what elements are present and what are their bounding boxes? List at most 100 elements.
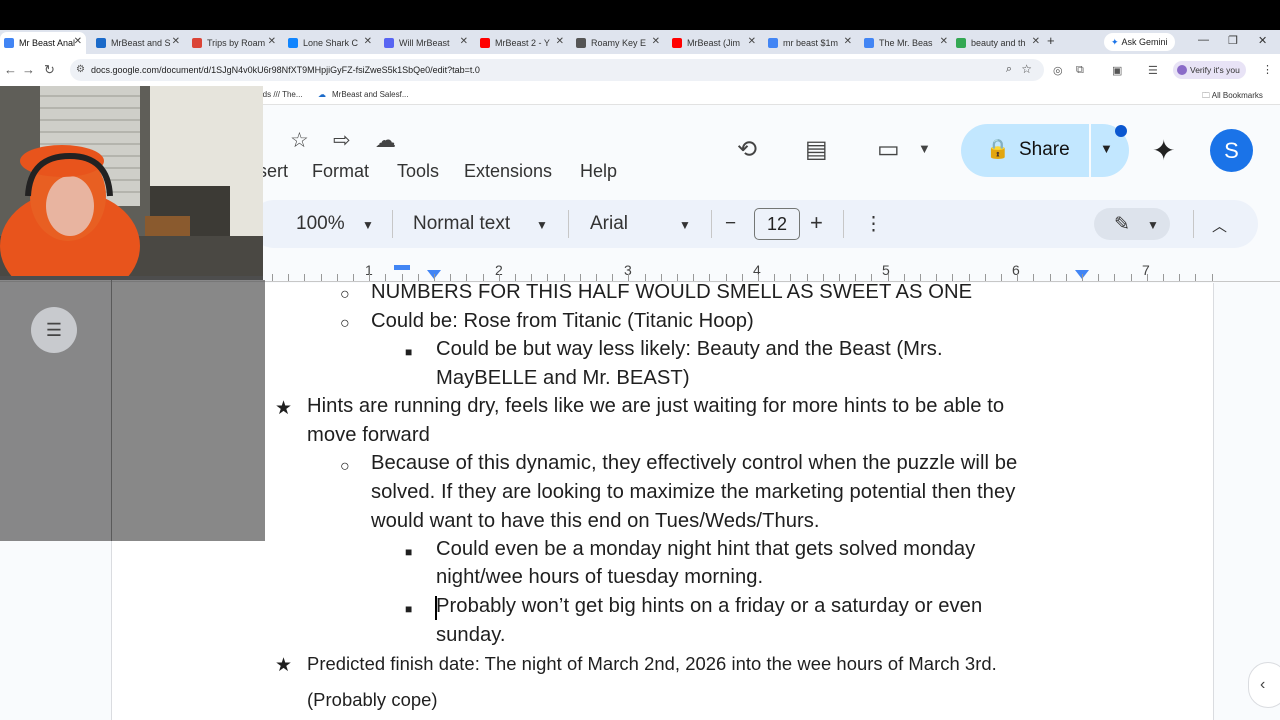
decrease-font-size-button[interactable]: − (725, 213, 736, 235)
ask-gemini-button[interactable]: ✦ Ask Gemini (1104, 33, 1175, 51)
chevron-down-icon[interactable]: ▼ (1147, 218, 1159, 232)
puzzle-extensions-icon[interactable]: ⧉ (1076, 64, 1084, 77)
browser-tab[interactable]: Roamy Key E ✕ (572, 32, 664, 54)
zoom-select[interactable]: 100% (296, 213, 345, 235)
close-icon[interactable]: ✕ (652, 36, 660, 47)
doc-line: Could be: Rose from Titanic (Titanic Hoo… (371, 310, 754, 332)
side-panel-toggle[interactable]: ‹ (1248, 662, 1280, 708)
ruler-tick (564, 274, 565, 281)
doc-line: Predicted finish date: The night of Marc… (307, 653, 997, 674)
share-options-icon[interactable]: ▼ (1100, 141, 1113, 156)
bookmark-item[interactable]: MrBeast and Salesf... (332, 90, 408, 99)
ruler-tick (483, 274, 484, 281)
close-icon[interactable]: ✕ (556, 36, 564, 47)
url-text[interactable]: docs.google.com/document/d/1SJgN4v0kU6r9… (91, 65, 480, 75)
chevron-up-icon[interactable]: ︿ (1212, 215, 1227, 236)
restore-icon[interactable]: ❐ (1228, 34, 1238, 47)
all-bookmarks-button[interactable]: 🗀 All Bookmarks (1202, 90, 1263, 104)
share-label: Share (1019, 139, 1070, 160)
docs-icon (768, 38, 778, 48)
bookmark-star-icon[interactable]: ☆ (1021, 62, 1032, 76)
browser-tab[interactable]: mr beast $1m ✕ (764, 32, 856, 54)
extension-icon[interactable]: ◎ (1053, 64, 1063, 77)
close-icon[interactable]: ✕ (460, 36, 468, 47)
browser-tab[interactable]: MrBeast 2 - Y ✕ (476, 32, 568, 54)
close-icon[interactable]: ✕ (844, 36, 852, 47)
forward-icon[interactable]: → (22, 62, 35, 77)
version-history-icon[interactable]: ⟲ (737, 135, 757, 164)
verify-label: Verify it's you (1190, 65, 1240, 75)
star-icon[interactable]: ☆ (290, 128, 309, 153)
comments-icon[interactable]: ▤ (805, 135, 828, 164)
zoom-icon[interactable]: ⌕ (1006, 63, 1012, 76)
doc-line: Could even be a monday night hint that g… (436, 538, 976, 560)
ruler-tick (645, 274, 646, 281)
verify-profile-chip[interactable]: Verify it's you (1173, 61, 1246, 79)
close-window-icon[interactable]: ✕ (1258, 34, 1267, 47)
ruler-tick (596, 274, 597, 281)
menu-extensions[interactable]: Extensions (464, 161, 552, 182)
menu-format[interactable]: Format (312, 161, 369, 182)
avatar[interactable]: S (1210, 129, 1253, 172)
back-icon[interactable]: ← (4, 62, 17, 77)
ruler-tick (1163, 274, 1164, 281)
browser-tab[interactable]: Lone Shark C ✕ (284, 32, 376, 54)
close-icon[interactable]: ✕ (364, 36, 372, 47)
chevron-down-icon[interactable]: ▼ (918, 141, 931, 156)
document-outline-button[interactable]: ☰ (31, 307, 77, 353)
hollow-bullet: ○ (340, 286, 350, 303)
split-view-icon[interactable]: ▣ (1112, 64, 1122, 77)
browser-tab[interactable]: MrBeast and S ✕ (92, 32, 184, 54)
webcam-overlay (0, 86, 263, 280)
menu-tools[interactable]: Tools (397, 161, 439, 182)
browser-tab[interactable]: beauty and th ✕ (952, 32, 1044, 54)
close-icon[interactable]: ✕ (74, 36, 82, 47)
browser-tab[interactable]: Mr Beast Anal ✕ (0, 32, 86, 54)
close-icon[interactable]: ✕ (1032, 36, 1040, 47)
reload-icon[interactable]: ↻ (44, 62, 55, 78)
browser-tab[interactable]: MrBeast (Jim ✕ (668, 32, 760, 54)
browser-tab[interactable]: Trips by Roam ✕ (188, 32, 280, 54)
style-select[interactable]: Normal text (413, 213, 510, 235)
ruler-number: 6 (1012, 262, 1020, 278)
ruler-tick (774, 274, 775, 281)
chevron-down-icon[interactable]: ▼ (536, 218, 548, 232)
chevron-down-icon[interactable]: ▼ (679, 218, 691, 232)
close-icon[interactable]: ✕ (940, 36, 948, 47)
first-line-indent-marker[interactable] (394, 265, 410, 270)
font-size-input[interactable]: 12 (754, 208, 800, 240)
menu-help[interactable]: Help (580, 161, 617, 182)
minimize-icon[interactable]: — (1198, 34, 1209, 46)
increase-font-size-button[interactable]: + (810, 210, 823, 236)
font-select[interactable]: Arial (590, 213, 628, 235)
cloud-saved-icon[interactable]: ☁ (375, 128, 396, 153)
gemini-spark-icon[interactable]: ✦ (1152, 134, 1175, 167)
ruler-tick (466, 274, 467, 281)
salesforce-icon (96, 38, 106, 48)
omnibox[interactable]: ⚙ docs.google.com/document/d/1SJgN4v0kU6… (70, 59, 1044, 81)
browser-tab[interactable]: Will MrBeast ✕ (380, 32, 472, 54)
close-icon[interactable]: ✕ (748, 36, 756, 47)
ruler-tick (1114, 274, 1115, 281)
move-folder-icon[interactable]: ⇨ (333, 128, 351, 153)
browser-tab[interactable]: The Mr. Beas ✕ (860, 32, 952, 54)
ruler-number: 7 (1142, 262, 1150, 278)
bookmark-item[interactable]: rds /// The... (260, 90, 303, 99)
browser-tab-strip: Mr Beast Anal ✕ MrBeast and S ✕ Trips by R… (0, 30, 1280, 54)
toolbar-divider (843, 210, 844, 238)
doc-line: would want to have this end on Tues/Weds… (371, 510, 820, 532)
meet-icon[interactable]: ▭ (877, 135, 900, 164)
chevron-down-icon[interactable]: ▼ (362, 218, 374, 232)
tab-search-icon[interactable]: ☰ (1148, 64, 1158, 77)
site-info-icon[interactable]: ⚙ (76, 64, 85, 75)
close-icon[interactable]: ✕ (172, 36, 180, 47)
ruler-tick (499, 274, 500, 281)
folder-icon: 🗀 (1202, 91, 1212, 100)
ruler-tick (839, 274, 840, 281)
new-tab-button[interactable]: + (1047, 33, 1055, 48)
more-options-icon[interactable]: ⋮ (864, 213, 883, 236)
doc-line: solved. If they are looking to maximize … (371, 481, 1016, 503)
close-icon[interactable]: ✕ (268, 36, 276, 47)
browser-menu-icon[interactable]: ⋮ (1262, 63, 1273, 76)
doc-line: NUMBERS FOR THIS HALF WOULD SMELL AS SWE… (371, 281, 973, 303)
